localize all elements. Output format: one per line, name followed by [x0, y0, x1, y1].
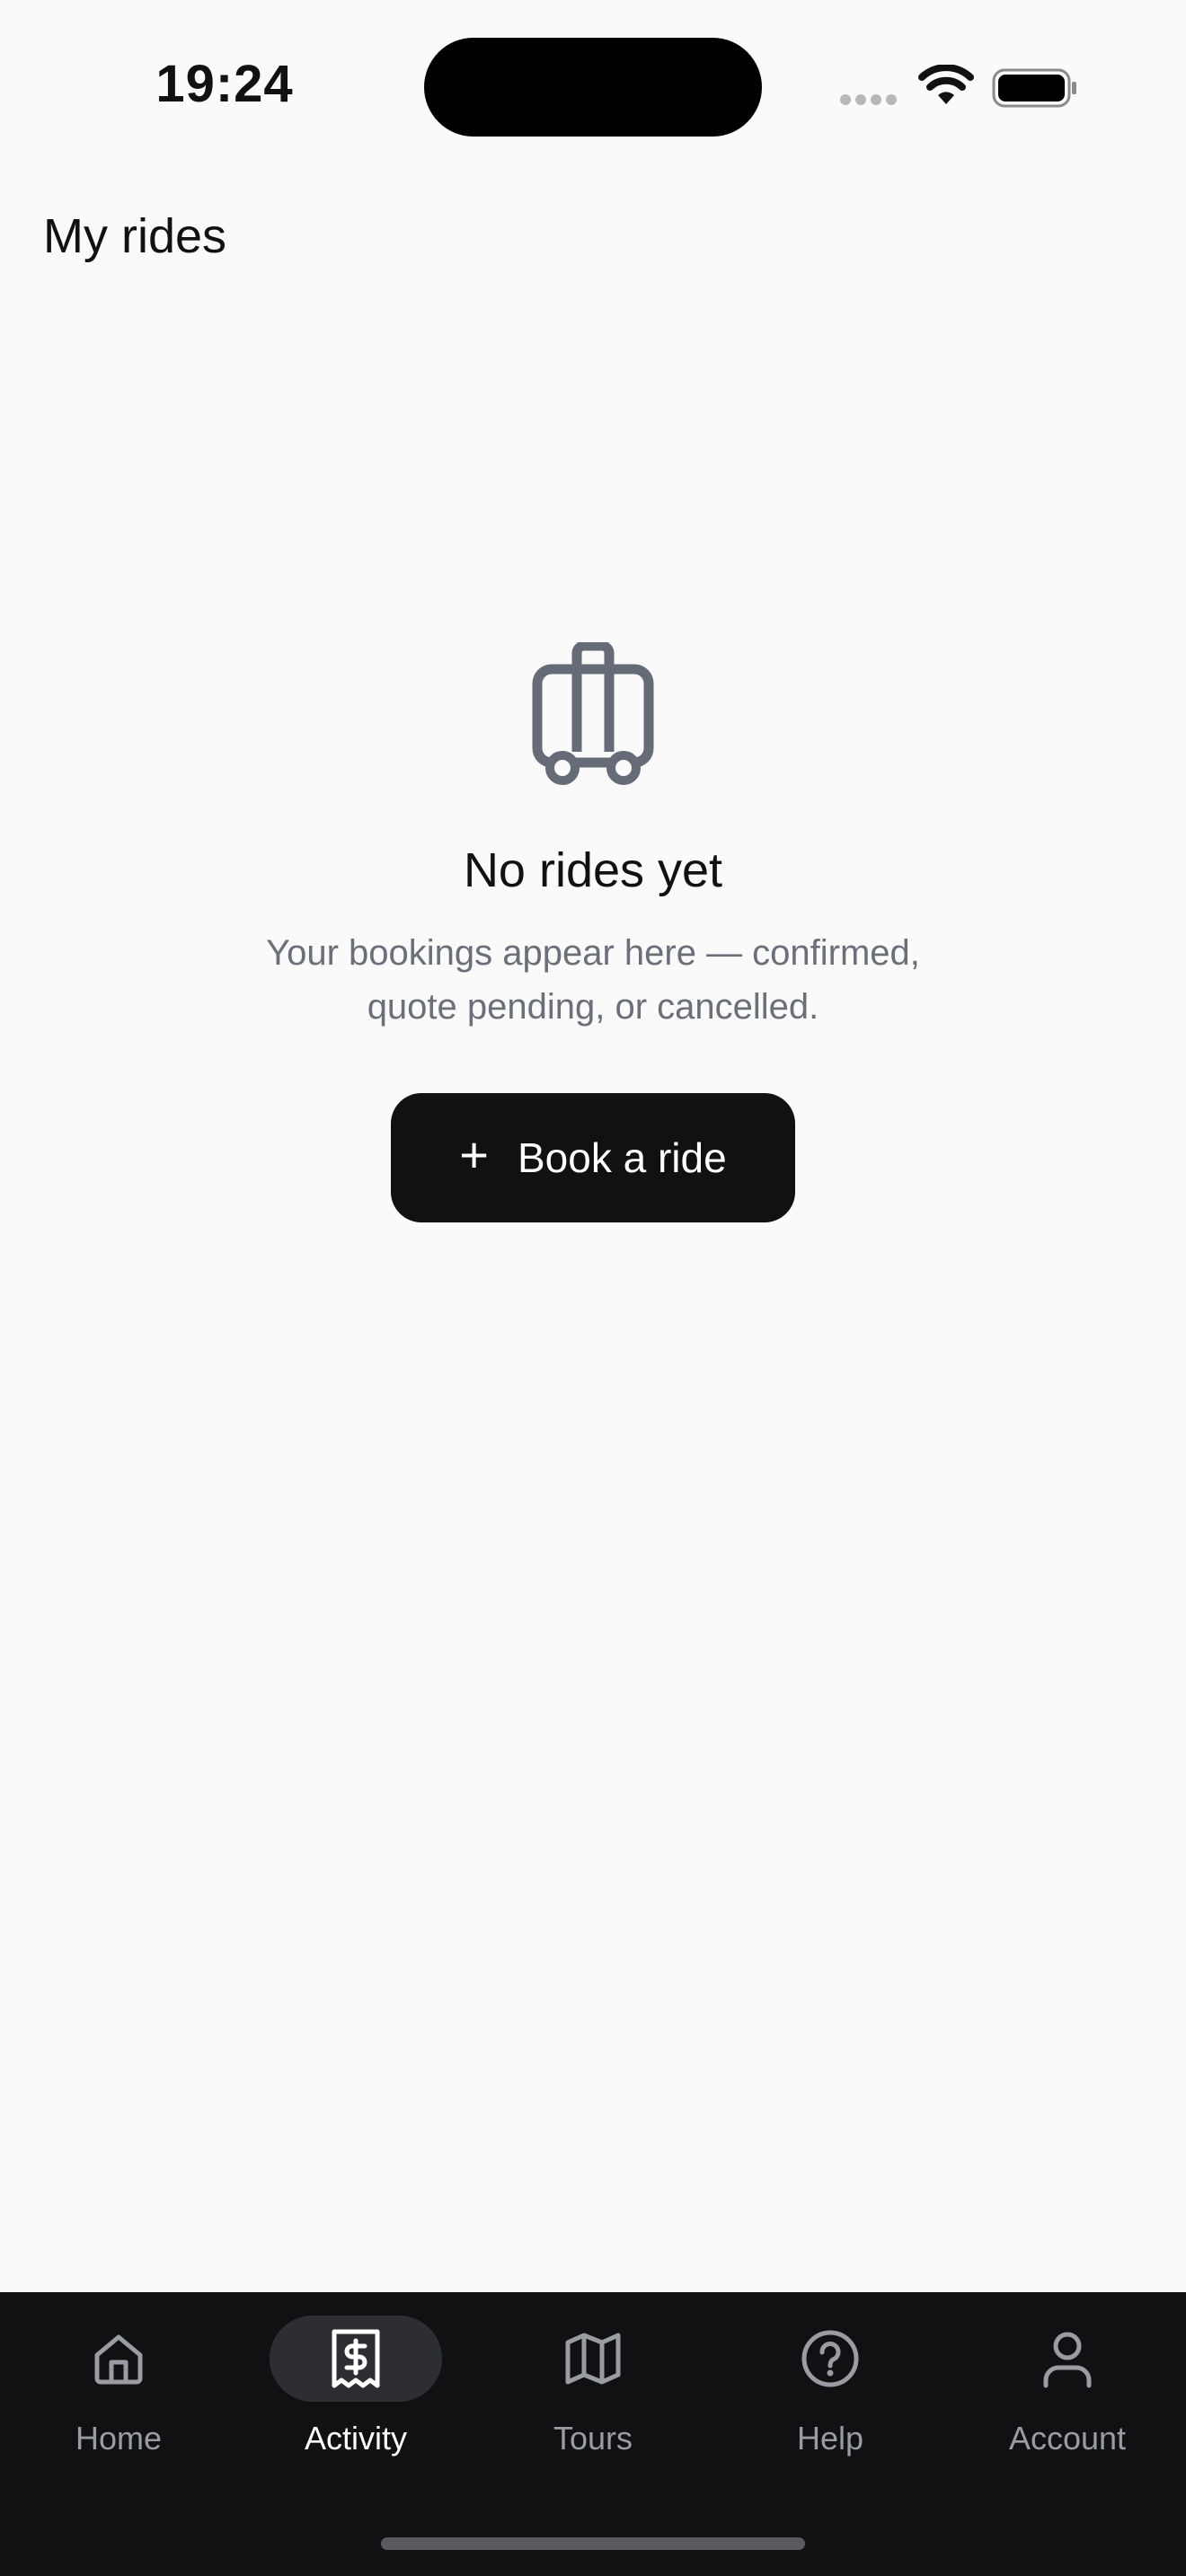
empty-state-title: No rides yet — [463, 843, 723, 897]
tab-tours[interactable]: Tours — [474, 2316, 712, 2486]
plus-icon: + — [459, 1126, 489, 1183]
tab-help[interactable]: Help — [712, 2316, 949, 2486]
account-icon — [1043, 2332, 1092, 2388]
tab-tours-label: Tours — [553, 2420, 633, 2457]
help-icon — [801, 2330, 859, 2387]
receipt-icon — [332, 2329, 380, 2388]
luggage-icon — [532, 642, 654, 785]
tab-home[interactable]: Home — [0, 2316, 237, 2486]
book-ride-label: Book a ride — [518, 1134, 727, 1181]
tab-help-label: Help — [796, 2420, 864, 2457]
map-icon — [565, 2333, 621, 2385]
cellular-signal-icon — [840, 93, 903, 106]
status-bar: 19:24 — [0, 0, 1186, 171]
tab-activity-label: Activity — [304, 2420, 407, 2457]
tab-account[interactable]: Account — [949, 2316, 1186, 2486]
home-icon — [94, 2334, 143, 2385]
dynamic-island — [424, 38, 762, 137]
book-ride-button[interactable]: + Book a ride — [391, 1093, 795, 1222]
tab-home-label: Home — [75, 2420, 163, 2457]
page-title: My rides — [43, 209, 227, 263]
tab-bar: Home Activity Tours Help Account — [0, 2292, 1186, 2576]
tab-activity[interactable]: Activity — [237, 2316, 474, 2486]
empty-state-description: Your bookings appear here — confirmed, q… — [266, 933, 920, 1027]
home-indicator — [381, 2537, 805, 2550]
status-time: 19:24 — [155, 55, 294, 113]
empty-state: No rides yet Your bookings appear here —… — [0, 642, 1186, 1222]
wifi-icon — [918, 65, 974, 104]
tab-account-label: Account — [1008, 2420, 1127, 2457]
battery-icon — [992, 68, 1076, 108]
